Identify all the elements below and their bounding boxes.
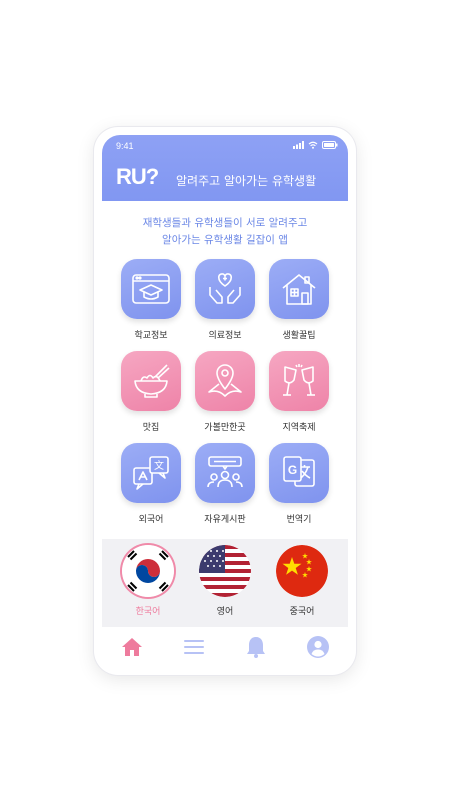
- menu-tile[interactable]: [269, 259, 329, 319]
- menu-item-life-tips[interactable]: 생활꿀팁: [264, 259, 334, 341]
- map-pin-icon: [208, 364, 242, 397]
- menu-item-label: 학교정보: [134, 331, 168, 341]
- language-label: 중국어: [289, 607, 315, 617]
- community-board-icon: [207, 456, 243, 488]
- medical-hands-icon: [209, 273, 241, 304]
- status-bar: 9:41: [102, 135, 348, 157]
- bell-icon[interactable]: [244, 635, 268, 659]
- status-icons: [293, 141, 338, 149]
- menu-item-label: 번역기: [286, 515, 312, 525]
- menu-tile[interactable]: 文: [121, 443, 181, 503]
- menu-item-label: 가볼만한곳: [204, 423, 246, 433]
- wine-glasses-icon: [283, 364, 315, 396]
- menu-tile[interactable]: [195, 259, 255, 319]
- nav-menu[interactable]: [182, 635, 206, 659]
- menu-item-festivals[interactable]: 지역축제: [264, 351, 334, 433]
- translate-icon: G: [283, 456, 315, 487]
- menu-item-label: 생활꿀팁: [282, 331, 316, 341]
- app-tagline: 알려주고 알아가는 유학생활: [176, 174, 317, 188]
- menu-item-label: 외국어: [138, 515, 164, 525]
- menu-item-translator[interactable]: G 번역기: [264, 443, 334, 525]
- language-option-english[interactable]: 영어: [195, 545, 255, 617]
- house-icon: [282, 274, 316, 305]
- menu-tile[interactable]: [269, 351, 329, 411]
- svg-text:文: 文: [154, 459, 164, 472]
- app-screen: 9:41 RU? 알려주고 알아가는 유학생활 재학생들과 유학생들이 서로 알…: [102, 135, 348, 667]
- menu-item-foreign-language[interactable]: 文 외국어: [116, 443, 186, 525]
- signal-icon: [293, 141, 304, 149]
- language-label: 한국어: [135, 607, 161, 617]
- battery-icon: [322, 141, 338, 149]
- svg-text:G: G: [288, 463, 297, 477]
- noodle-bowl-icon: [134, 364, 170, 398]
- menu-item-label: 자유게시판: [204, 515, 246, 525]
- intro-line-2: 알아가는 유학생활 길잡이 앱: [162, 234, 288, 246]
- graduation-cap-browser-icon: [132, 274, 170, 304]
- nav-home[interactable]: [120, 635, 144, 659]
- menu-item-label: 지역축제: [282, 423, 316, 433]
- wifi-icon: [308, 141, 318, 149]
- language-option-korean[interactable]: 한국어: [118, 545, 178, 617]
- menu-tile[interactable]: [121, 351, 181, 411]
- menu-item-restaurants[interactable]: 맛집: [116, 351, 186, 433]
- app-header: 9:41 RU? 알려주고 알아가는 유학생활: [102, 135, 348, 201]
- language-selector: 한국어 영어 중국어: [102, 539, 348, 627]
- home-icon[interactable]: [120, 635, 144, 659]
- phone-frame: 9:41 RU? 알려주고 알아가는 유학생활 재학생들과 유학생들이 서로 알…: [94, 127, 356, 675]
- menu-tile[interactable]: [121, 259, 181, 319]
- profile-icon[interactable]: [306, 635, 330, 659]
- menu-item-school-info[interactable]: 학교정보: [116, 259, 186, 341]
- menu-tile[interactable]: [195, 351, 255, 411]
- language-chat-icon: 文: [133, 456, 169, 490]
- menu-item-label: 맛집: [142, 423, 160, 433]
- usa-flag-icon[interactable]: [199, 545, 251, 597]
- language-option-chinese[interactable]: 중국어: [272, 545, 332, 617]
- menu-item-free-board[interactable]: 자유게시판: [190, 443, 260, 525]
- korea-flag-icon[interactable]: [122, 545, 174, 597]
- menu-item-label: 의료정보: [208, 331, 242, 341]
- bottom-nav: [102, 627, 348, 667]
- intro-line-1: 재학생들과 유학생들이 서로 알려주고: [142, 217, 308, 229]
- nav-notifications[interactable]: [244, 635, 268, 659]
- menu-item-places[interactable]: 가볼만한곳: [190, 351, 260, 433]
- status-time: 9:41: [116, 141, 134, 151]
- menu-tile[interactable]: G: [269, 443, 329, 503]
- nav-profile[interactable]: [306, 635, 330, 659]
- intro-text: 재학생들과 유학생들이 서로 알려주고 알아가는 유학생활 길잡이 앱: [102, 215, 348, 249]
- menu-item-medical-info[interactable]: 의료정보: [190, 259, 260, 341]
- menu-icon[interactable]: [182, 635, 206, 659]
- app-logo: RU?: [116, 164, 159, 189]
- menu-tile[interactable]: [195, 443, 255, 503]
- china-flag-icon[interactable]: [276, 545, 328, 597]
- language-label: 영어: [216, 607, 234, 617]
